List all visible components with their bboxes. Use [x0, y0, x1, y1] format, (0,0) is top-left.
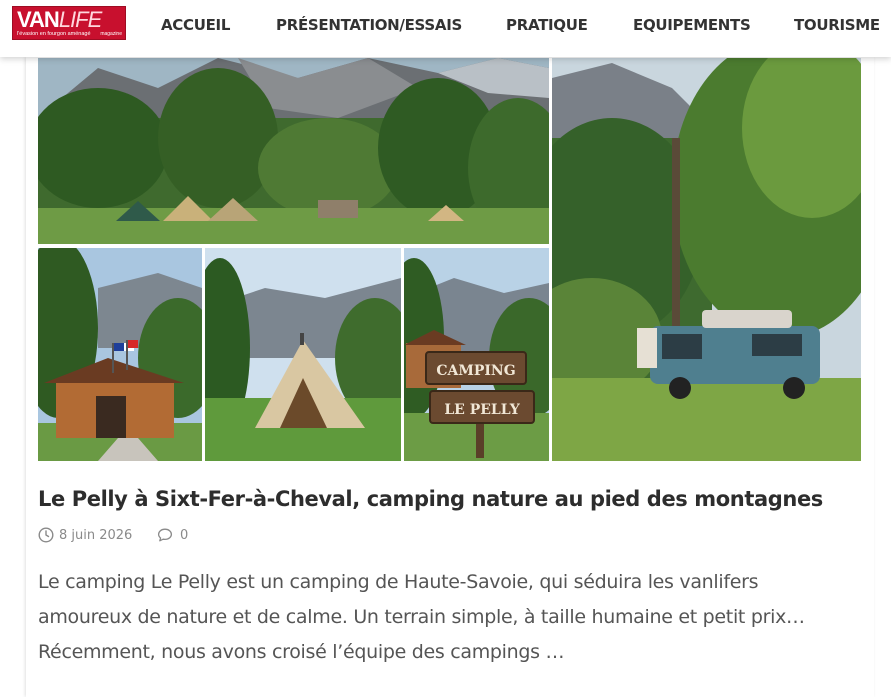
nav-item-equipements[interactable]: EQUIPEMENTS	[633, 16, 751, 34]
clock-icon	[38, 527, 54, 543]
speech-bubble-icon[interactable]	[157, 527, 173, 543]
nav-item-tourisme[interactable]: TOURISME	[794, 16, 880, 34]
photo-van-in-forest	[552, 58, 861, 461]
article-card: CAMPING LE PELLY Le Pelly à Sixt-Fer-à-C…	[26, 57, 874, 697]
sign-text-le-pelly: LE PELLY	[444, 402, 520, 418]
photo-camping-sign: CAMPING LE PELLY	[404, 248, 549, 461]
photo-chalet	[38, 248, 202, 461]
nav-item-accueil[interactable]: ACCUEIL	[161, 16, 230, 34]
comment-count[interactable]: 0	[180, 528, 188, 543]
excerpt-line: amoureux de nature et de calme. Un terra…	[38, 606, 805, 628]
nav-item-presentation-essais[interactable]: PRÉSENTATION/ESSAIS	[276, 16, 462, 34]
article-title[interactable]: Le Pelly à Sixt-Fer-à-Cheval, camping na…	[38, 487, 823, 511]
article-date: 8 juin 2026	[59, 528, 133, 543]
main-nav: ACCUEIL PRÉSENTATION/ESSAIS PRATIQUE EQU…	[0, 0, 891, 50]
excerpt-line: Le camping Le Pelly est un camping de Ha…	[38, 571, 759, 593]
article-excerpt: Le camping Le Pelly est un camping de Ha…	[38, 565, 838, 670]
photo-tents-panorama	[38, 58, 549, 244]
excerpt-line: Récemment, nous avons croisé l’équipe de…	[38, 641, 565, 663]
featured-image[interactable]: CAMPING LE PELLY	[38, 58, 861, 461]
site-header: VANLIFE l'évasion en fourgon aménagé mag…	[0, 0, 891, 57]
nav-item-pratique[interactable]: PRATIQUE	[506, 16, 588, 34]
sign-text-camping: CAMPING	[436, 363, 515, 379]
photo-bell-tent	[205, 248, 401, 461]
